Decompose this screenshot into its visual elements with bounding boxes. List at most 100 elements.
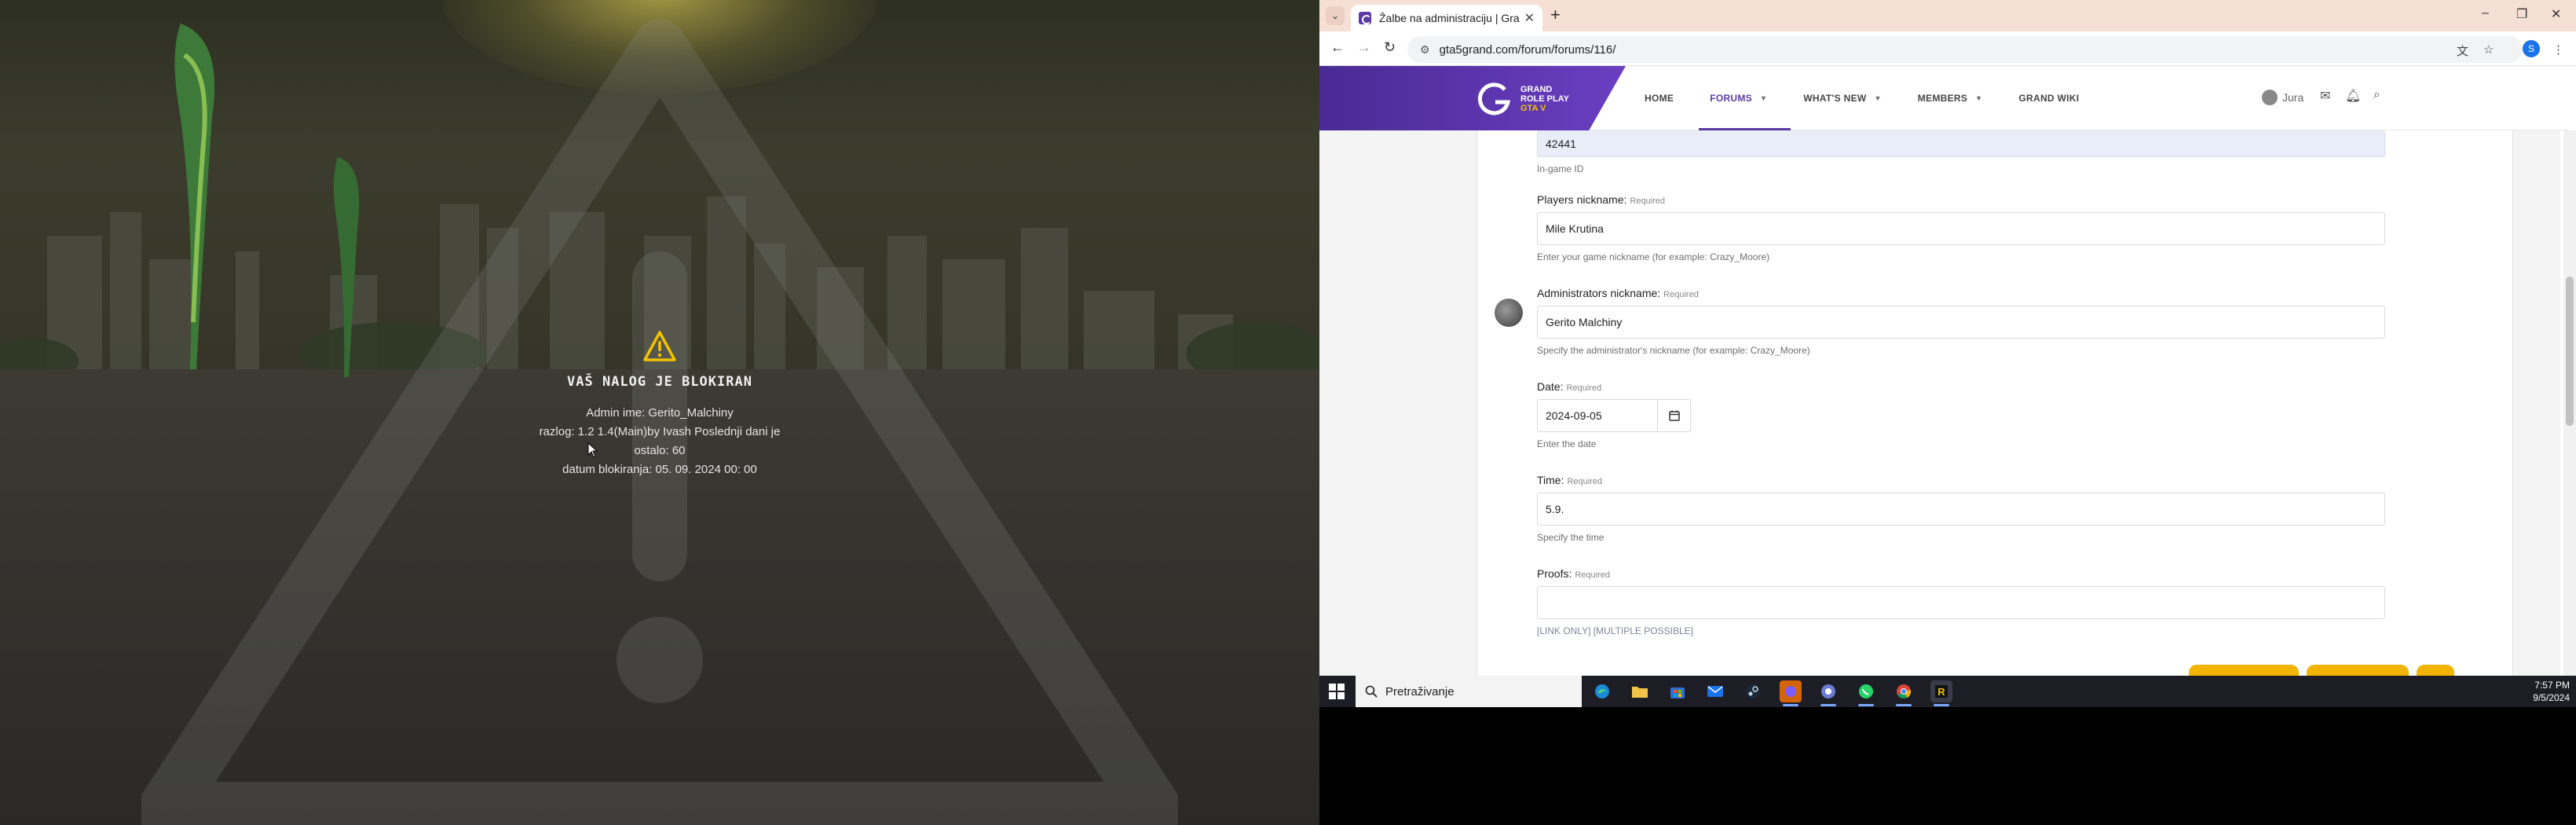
time-field: Time: Required 5.9. Specify the time — [1537, 474, 2385, 543]
taskbar-clock[interactable]: 7:57 PM 9/5/2024 — [2533, 679, 2570, 704]
form-action-button-1[interactable] — [2189, 665, 2299, 676]
date-hint: Enter the date — [1537, 438, 1597, 449]
clock-time: 7:57 PM — [2534, 680, 2570, 691]
menu-kebab-icon[interactable]: ⋮ — [2552, 42, 2564, 57]
forward-icon[interactable]: → — [1357, 39, 1371, 56]
warning-icon — [643, 331, 676, 361]
ingame-id-field: 42441 In-game ID — [1537, 130, 2385, 174]
steam-icon[interactable] — [1742, 680, 1764, 702]
nav-grand-wiki[interactable]: GRAND WIKI — [2018, 66, 2079, 130]
grand-logo-icon — [1478, 82, 1511, 116]
time-hint: Specify the time — [1537, 532, 1605, 543]
form-action-button-2[interactable] — [2307, 665, 2409, 676]
browser-window: ⌄ Žalbe na administraciju | Grand ✕ + – … — [1319, 0, 2576, 676]
whatsapp-icon[interactable] — [1855, 680, 1877, 706]
nav-forums[interactable]: FORUMS ▼ — [1699, 66, 1791, 130]
profile-avatar[interactable]: S — [2523, 40, 2540, 57]
players-nickname-hint: Enter your game nickname (for example: C… — [1537, 251, 1770, 262]
date-value: 2024-09-05 — [1546, 409, 1602, 422]
logo-line-3: GTA V — [1520, 104, 1546, 113]
admins-nickname-field: Administrators nickname: Required Gerito … — [1537, 287, 2385, 356]
user-avatar — [2262, 90, 2278, 105]
url-text: gta5grand.com/forum/forums/116/ — [1439, 42, 1616, 57]
svg-text:R: R — [1937, 686, 1945, 698]
calendar-icon[interactable] — [1657, 400, 1690, 431]
ban-admin-name: Admin ime: Gerito_Malchiny — [586, 406, 734, 420]
app-icon-orange[interactable] — [1780, 680, 1802, 706]
taskbar-search[interactable]: Pretraživanje — [1356, 676, 1582, 707]
tab-search-dropdown-icon[interactable]: ⌄ — [1326, 6, 1345, 25]
reload-icon[interactable]: ↻ — [1384, 39, 1396, 56]
admins-nickname-hint: Specify the administrator's nickname (fo… — [1537, 345, 1810, 356]
user-menu[interactable]: Jura — [2262, 90, 2303, 105]
site-nav: HOME FORUMS ▼ WHAT'S NEW ▼ MEMBERS ▼ GRAND … — [1626, 66, 2096, 130]
game-screen: VAŠ NALOG JE BLOKIRAN Admin ime: Gerito_… — [0, 0, 1319, 825]
translate-icon[interactable]: 文 — [2457, 42, 2468, 59]
nav-grand-wiki-label: GRAND WIKI — [2018, 93, 2080, 104]
windows-taskbar: Pretraživanje R 7:57 PM 9/5/2024 — [1319, 676, 2576, 707]
ban-days-left: ostalo: 60 — [634, 444, 686, 457]
proofs-field: Proofs: Required [LINK ONLY] [MULTIPLE PO… — [1537, 567, 2385, 636]
mail-icon[interactable] — [1704, 680, 1726, 702]
players-nickname-input[interactable]: Mile Krutina — [1537, 212, 2385, 245]
nav-members[interactable]: MEMBERS ▼ — [1918, 66, 1983, 130]
nav-home[interactable]: HOME — [1645, 66, 1674, 130]
address-bar[interactable]: ⚙ gta5grand.com/forum/forums/116/ — [1407, 36, 2523, 63]
form-action-button-3[interactable] — [2417, 665, 2454, 676]
nav-members-label: MEMBERS — [1917, 93, 1968, 104]
store-icon[interactable] — [1667, 680, 1689, 702]
username: Jura — [2282, 91, 2304, 104]
time-label: Time: Required — [1537, 474, 1603, 486]
appeal-form: 42441 In-game ID Players nickname: Requir… — [1476, 130, 2513, 676]
caret-down-icon[interactable]: ▼ — [1875, 94, 1882, 102]
restore-icon[interactable]: ❐ — [2516, 6, 2527, 22]
minimize-icon[interactable]: – — [2482, 6, 2489, 20]
time-input[interactable]: 5.9. — [1537, 493, 2385, 526]
file-explorer-icon[interactable] — [1629, 680, 1651, 702]
proofs-label: Proofs: Required — [1537, 567, 1610, 580]
browser-toolbar: ← → ↻ ⚙ gta5grand.com/forum/forums/116/ … — [1319, 31, 2576, 66]
ban-reason: razlog: 1.2 1.4(Main)by Ivash Poslednji … — [539, 425, 781, 438]
chrome-icon[interactable] — [1893, 680, 1915, 706]
nav-forums-label: FORUMS — [1710, 93, 1752, 104]
new-tab-icon[interactable]: + — [1550, 5, 1561, 25]
ban-notice: VAŠ NALOG JE BLOKIRAN Admin ime: Gerito_… — [503, 330, 817, 479]
search-icon[interactable]: ⌕ — [2373, 88, 2380, 102]
windows-start-icon[interactable] — [1329, 684, 1345, 699]
date-input[interactable]: 2024-09-05 — [1537, 399, 1691, 432]
logo-line-1: GRAND — [1520, 85, 1553, 94]
ban-title: VAŠ NALOG JE BLOKIRAN — [567, 374, 752, 390]
proofs-input[interactable] — [1537, 586, 2385, 619]
site-info-icon[interactable]: ⚙ — [1420, 43, 1430, 57]
close-window-icon[interactable]: ✕ — [2551, 6, 2561, 22]
logo-line-2: ROLE PLAY — [1520, 94, 1569, 104]
close-tab-icon[interactable]: ✕ — [1524, 10, 1535, 26]
black-area — [1319, 707, 2576, 825]
browser-tab[interactable]: Žalbe na administraciju | Grand ✕ — [1351, 5, 1542, 31]
ingame-id-input[interactable]: 42441 — [1537, 130, 2385, 157]
players-nickname-label: Players nickname: Required — [1537, 193, 1666, 206]
scrollbar-thumb[interactable] — [2566, 277, 2574, 426]
bookmark-star-icon[interactable]: ☆ — [2483, 42, 2494, 57]
ingame-id-hint: In-game ID — [1537, 163, 1584, 174]
page-scrollbar[interactable] — [2563, 130, 2576, 676]
tab-title: Žalbe na administraciju | Grand — [1379, 12, 1520, 24]
edge-icon[interactable] — [1591, 680, 1613, 702]
site-favicon-icon — [1359, 12, 1371, 24]
caret-down-icon[interactable]: ▼ — [1975, 94, 1982, 102]
site-logo[interactable]: GRAND ROLE PLAY GTA V — [1475, 80, 1569, 118]
mail-icon[interactable]: ✉ — [2320, 88, 2330, 104]
header-brand-bg — [1319, 66, 1626, 130]
players-nickname-field: Players nickname: Required Mile Krutina E… — [1537, 193, 2385, 262]
bell-icon[interactable]: 🔔︎ — [2345, 88, 2361, 104]
taskbar-search-text: Pretraživanje — [1385, 684, 1454, 698]
page-body: 42441 In-game ID Players nickname: Requir… — [1319, 130, 2560, 676]
app-icon-purple[interactable] — [1817, 680, 1839, 706]
date-label: Date: Required — [1537, 380, 1602, 393]
back-icon[interactable]: ← — [1330, 39, 1345, 56]
nav-whats-new[interactable]: WHAT'S NEW ▼ — [1803, 66, 1882, 130]
caret-down-icon[interactable]: ▼ — [1760, 94, 1767, 102]
rage-mp-icon[interactable]: R — [1930, 680, 1952, 706]
admins-nickname-input[interactable]: Gerito Malchiny — [1537, 306, 2385, 339]
tab-bar: ⌄ Žalbe na administraciju | Grand ✕ + – … — [1319, 0, 2576, 31]
